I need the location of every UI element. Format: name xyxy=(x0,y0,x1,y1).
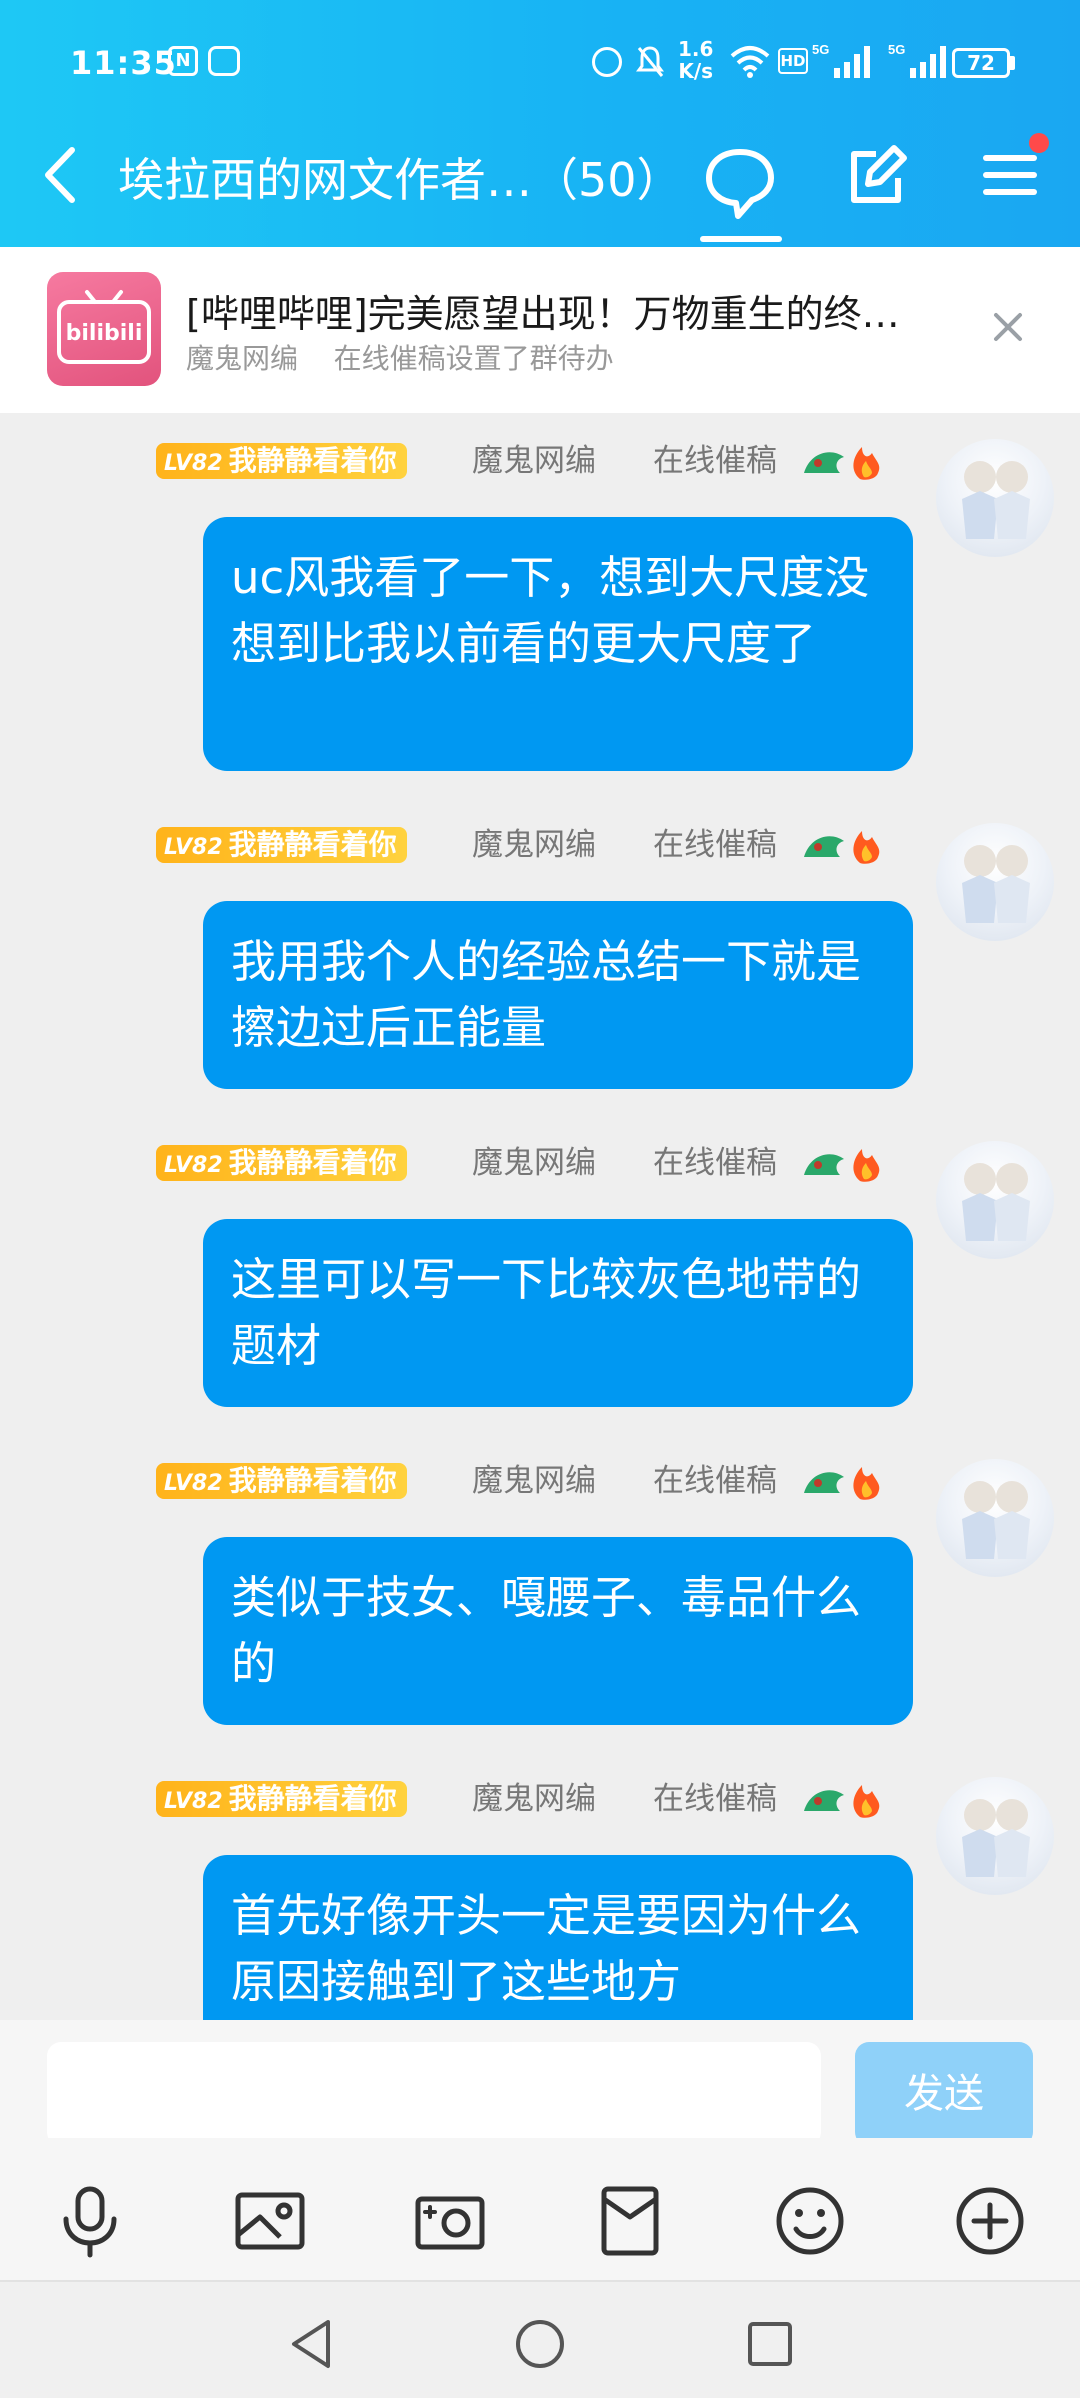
pinned-notice[interactable]: bilibili [哔哩哔哩]完美愿望出现！万物重生的终… 魔鬼网编 在线催稿设… xyxy=(0,247,1080,413)
level-text: LV82 xyxy=(164,1789,223,1814)
menu-icon[interactable] xyxy=(980,140,1040,210)
group-title: 在线催稿 xyxy=(653,1463,777,1499)
group-title: 在线催稿 xyxy=(653,1781,777,1817)
input-bar: 发送 xyxy=(0,2020,1080,2146)
edit-icon[interactable] xyxy=(842,140,908,210)
notification-dot xyxy=(1029,133,1049,153)
level-badge[interactable]: LV82 我静静看着你 xyxy=(156,1781,407,1817)
nfc-icon: N xyxy=(168,46,198,76)
mute-bell-icon xyxy=(636,46,664,77)
avatar[interactable] xyxy=(936,1777,1054,1895)
nav-back-icon[interactable] xyxy=(284,2316,340,2372)
chat-title[interactable]: 埃拉西的网文作者…（50） xyxy=(118,144,683,210)
group-title: 在线催稿 xyxy=(653,443,777,479)
message-bubble[interactable]: 我用我个人的经验总结一下就是擦边过后正能量 xyxy=(203,901,913,1089)
wifi-icon xyxy=(730,46,770,78)
bilibili-logo: bilibili xyxy=(47,272,161,386)
mic-icon[interactable] xyxy=(52,2183,128,2259)
group-title: 魔鬼网编 xyxy=(472,443,596,479)
dragon-fire-badge-icon xyxy=(804,1467,880,1500)
level-badge[interactable]: LV82 我静静看着你 xyxy=(156,1463,407,1499)
message-bubble[interactable]: 类似于技女、嘎腰子、毒品什么的 xyxy=(203,1537,913,1725)
level-text: LV82 xyxy=(164,1153,223,1178)
message-list[interactable]: LV82 我静静看着你 魔鬼网编 在线催稿 uc风我看了一下，想到大尺度没想到比我… xyxy=(0,413,1080,2020)
app-header: 11:35 N 1.6 K/s HD 5G 5G 72 埃拉西的网文作者…（50… xyxy=(0,0,1080,247)
dragon-fire-badge-icon xyxy=(804,447,880,480)
chat-bubble-icon[interactable] xyxy=(700,140,780,240)
battery-icon: 72 xyxy=(952,48,1010,78)
signal-sim2-icon: 5G xyxy=(888,42,946,78)
dragon-fire-badge-icon xyxy=(804,1149,880,1182)
plus-icon[interactable] xyxy=(952,2183,1028,2259)
network-speed: 1.6 K/s xyxy=(678,38,713,82)
photo-icon[interactable] xyxy=(232,2183,308,2259)
pinned-title[interactable]: [哔哩哔哩]完美愿望出现！万物重生的终… xyxy=(186,283,900,338)
group-title: 魔鬼网编 xyxy=(472,1145,596,1181)
group-title: 魔鬼网编 xyxy=(472,1781,596,1817)
network-speed-unit: K/s xyxy=(678,59,714,83)
message-bubble[interactable]: uc风我看了一下，想到大尺度没想到比我以前看的更大尺度了 xyxy=(203,517,913,771)
sim2-label: 5G xyxy=(888,42,905,57)
send-button[interactable]: 发送 xyxy=(855,2042,1033,2146)
red-packet-icon[interactable] xyxy=(592,2183,668,2259)
avatar[interactable] xyxy=(936,1459,1054,1577)
message-bubble[interactable]: 首先好像开头一定是要因为什么原因接触到了这些地方 xyxy=(203,1855,913,2020)
pinned-sub-action: 在线催稿设置了群待办 xyxy=(333,342,614,375)
avatar[interactable] xyxy=(936,1141,1054,1259)
active-tab-indicator xyxy=(700,236,782,242)
avatar[interactable] xyxy=(936,439,1054,557)
system-nav-bar xyxy=(0,2280,1080,2398)
battery-tip xyxy=(1010,56,1015,70)
group-title: 在线催稿 xyxy=(653,827,777,863)
input-toolbar xyxy=(0,2138,1080,2280)
signal-sim1-icon: 5G xyxy=(812,42,870,78)
close-icon[interactable] xyxy=(990,309,1026,345)
level-text: LV82 xyxy=(164,835,223,860)
group-title: 在线催稿 xyxy=(653,1145,777,1181)
level-badge[interactable]: LV82 我静静看着你 xyxy=(156,1145,407,1181)
sender-name: 我静静看着你 xyxy=(228,1146,397,1179)
sim1-label: 5G xyxy=(812,42,829,57)
avatar[interactable] xyxy=(936,823,1054,941)
alarm-icon xyxy=(592,47,622,77)
level-text: LV82 xyxy=(164,451,223,476)
sender-name: 我静静看着你 xyxy=(228,828,397,861)
emoji-icon[interactable] xyxy=(772,2183,848,2259)
group-title: 魔鬼网编 xyxy=(472,1463,596,1499)
level-text: LV82 xyxy=(164,1471,223,1496)
message-input[interactable] xyxy=(47,2042,821,2146)
status-time: 11:35 xyxy=(70,44,177,82)
hd-voice-icon: HD xyxy=(778,48,808,74)
status-bar: 11:35 N 1.6 K/s HD 5G 5G 72 xyxy=(0,0,1080,130)
bilibili-logo-text: bilibili xyxy=(66,321,143,346)
sender-name: 我静静看着你 xyxy=(228,444,397,477)
level-badge[interactable]: LV82 我静静看着你 xyxy=(156,827,407,863)
nav-home-icon[interactable] xyxy=(512,2316,568,2372)
group-title: 魔鬼网编 xyxy=(472,827,596,863)
camera-icon[interactable] xyxy=(412,2183,488,2259)
sender-name: 我静静看着你 xyxy=(228,1782,397,1815)
message-bubble[interactable]: 这里可以写一下比较灰色地带的题材 xyxy=(203,1219,913,1407)
back-arrow-icon[interactable] xyxy=(36,140,86,210)
dragon-fire-badge-icon xyxy=(804,1785,880,1818)
level-badge[interactable]: LV82 我静静看着你 xyxy=(156,443,407,479)
network-speed-value: 1.6 xyxy=(678,37,714,61)
sender-name: 我静静看着你 xyxy=(228,1464,397,1497)
message-notification-icon xyxy=(208,46,240,76)
dragon-fire-badge-icon xyxy=(804,831,880,864)
pinned-sub-role: 魔鬼网编 xyxy=(186,342,299,375)
pinned-subtitle: 魔鬼网编 在线催稿设置了群待办 xyxy=(186,337,614,377)
nav-recents-icon[interactable] xyxy=(742,2316,798,2372)
